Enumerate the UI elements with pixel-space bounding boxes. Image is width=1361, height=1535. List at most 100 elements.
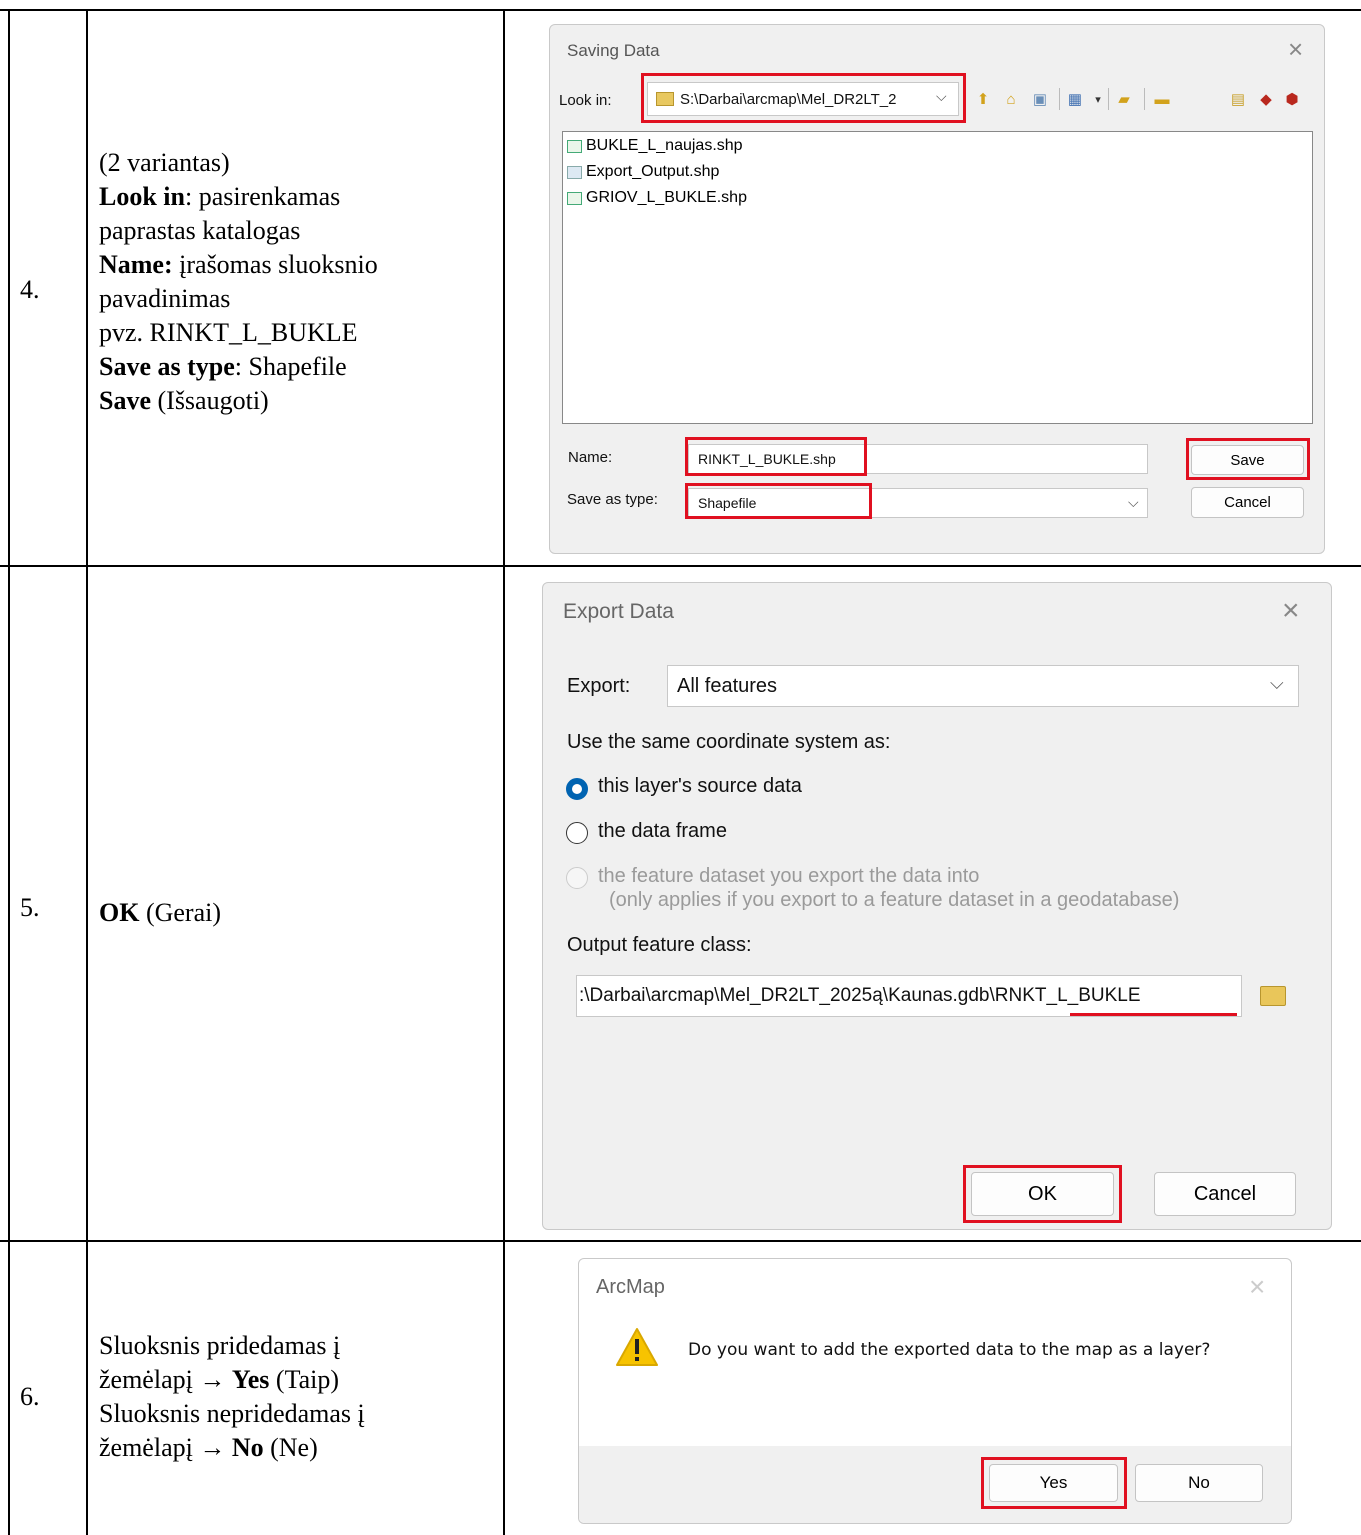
toolbar-separator (1144, 88, 1145, 110)
output-path-text: :\Darbai\arcmap\Mel_DR2LT_2025ą\Kaunas.g… (579, 985, 1141, 1007)
export-dialog-title: Export Data (563, 600, 674, 623)
close-icon[interactable]: × (1282, 594, 1300, 628)
description-text: (Taip) (269, 1365, 340, 1394)
description-term: Yes (231, 1365, 270, 1394)
table-border-top (0, 9, 1361, 11)
description-text: Sluoksnis pridedamas į (99, 1331, 341, 1360)
export-label: Export: (567, 675, 631, 697)
cancel-button[interactable]: Cancel (1191, 487, 1304, 518)
warning-icon (616, 1328, 658, 1366)
save-as-type-label: Save as type: (567, 491, 658, 508)
radio-feature-dataset (566, 867, 588, 889)
description-text: žemėlapį → (99, 1365, 232, 1394)
file-name: BUKLE_L_naujas.shp (586, 137, 743, 154)
description-text: : pasirenkamas (185, 182, 341, 211)
description-term: Look in (99, 182, 185, 211)
output-name-underline (1070, 1013, 1237, 1016)
file-name: GRIOV_L_BUKLE.shp (586, 189, 747, 206)
close-icon[interactable]: × (1249, 1271, 1265, 1303)
radio-source-data-label: this layer's source data (598, 775, 802, 797)
radio-data-frame[interactable] (566, 822, 588, 844)
toolbar-separator (1059, 88, 1060, 110)
open-folder-icon[interactable]: ▬ (1152, 89, 1172, 109)
coordinate-system-label: Use the same coordinate system as: (567, 731, 891, 753)
description-line: Name: įrašomas sluoksnio (99, 248, 378, 282)
output-layer-name: RNKT_L_BUKLE (994, 985, 1141, 1006)
name-label: Name: (568, 449, 613, 466)
step-number-5: 5. (20, 893, 40, 922)
description-term: Save (99, 386, 151, 415)
description-text: : Shapefile (234, 352, 347, 381)
cancel-button[interactable]: Cancel (1154, 1172, 1296, 1216)
up-folder-icon[interactable]: ⬆ (973, 89, 993, 109)
step-5-description: OK (Gerai) (99, 896, 221, 930)
description-line: žemėlapį → No (Ne) (99, 1431, 365, 1465)
look-in-label: Look in: (559, 92, 612, 109)
connect-folder-icon[interactable]: ▣ (1030, 89, 1050, 109)
description-term: Name: (99, 250, 173, 279)
description-text: žemėlapį → (99, 1433, 232, 1462)
description-text: paprastas katalogas (99, 216, 301, 245)
description-text: įrašomas sluoksnio (172, 250, 378, 279)
save-as-type-highlight (685, 483, 872, 519)
yes-highlight (981, 1457, 1127, 1509)
saving-dialog-title: Saving Data (567, 41, 660, 60)
table-row-divider-1 (0, 565, 1361, 567)
step-6-description: Sluoksnis pridedamas į žemėlapį → Yes (Ta… (99, 1329, 365, 1465)
description-line: žemėlapį → Yes (Taip) (99, 1363, 365, 1397)
view-menu-icon[interactable]: ▦ (1065, 89, 1085, 109)
step-number-4: 4. (20, 275, 40, 304)
file-item-3[interactable]: GRIOV_L_BUKLE.shp (567, 189, 747, 207)
description-line: Sluoksnis pridedamas į (99, 1329, 365, 1363)
radio-data-frame-label: the data frame (598, 820, 727, 842)
toolbar-separator (1108, 88, 1109, 110)
toolbox-icon[interactable]: ◆ (1256, 89, 1276, 109)
description-line: paprastas katalogas (99, 214, 378, 248)
radio-feature-dataset-label: the feature dataset you export the data … (598, 865, 980, 887)
description-text: (Išsaugoti) (151, 386, 269, 415)
description-line: pvz. RINKT_L_BUKLE (99, 316, 378, 350)
file-name: Export_Output.shp (586, 163, 720, 180)
description-text: pvz. RINKT_L_BUKLE (99, 318, 358, 347)
radio-feature-dataset-note: (only applies if you export to a feature… (609, 889, 1180, 911)
line-shapefile-icon (567, 139, 582, 153)
description-line: pavadinimas (99, 282, 378, 316)
polygon-shapefile-icon (567, 165, 582, 179)
step-4-description: (2 variantas) Look in: pasirenkamas papras… (99, 146, 378, 418)
no-button[interactable]: No (1135, 1464, 1263, 1502)
output-path-prefix: :\Darbai\arcmap\Mel_DR2LT_2025ą\Kaunas.g… (579, 985, 995, 1006)
description-line: Save as type: Shapefile (99, 350, 378, 384)
radio-source-data[interactable] (566, 778, 588, 800)
export-value: All features (677, 675, 778, 697)
description-line: Look in: pasirenkamas (99, 180, 378, 214)
home-icon[interactable]: ⌂ (1001, 89, 1021, 109)
line-shapefile-icon (567, 191, 582, 205)
arcmap-dialog-title: ArcMap (596, 1276, 665, 1298)
description-line: (2 variantas) (99, 146, 378, 180)
file-item-1[interactable]: BUKLE_L_naujas.shp (567, 137, 743, 155)
table-col-divider-1 (86, 9, 88, 1535)
open-folder-icon (1260, 986, 1286, 1006)
step-number-6: 6. (20, 1382, 40, 1411)
view-dropdown-icon[interactable]: ▾ (1088, 89, 1108, 109)
file-item-2[interactable]: Export_Output.shp (567, 163, 719, 181)
arcmap-message: Do you want to add the exported data to … (688, 1340, 1211, 1360)
look-in-highlight (641, 73, 966, 123)
catalog-icon[interactable]: ▤ (1228, 89, 1248, 109)
description-term: OK (99, 898, 140, 927)
chevron-down-icon[interactable]: ⌵ (1128, 494, 1139, 511)
output-feature-class-label: Output feature class: (567, 934, 752, 956)
close-icon[interactable]: × (1288, 34, 1303, 65)
description-term: Save as type (99, 352, 235, 381)
ok-highlight (963, 1165, 1122, 1223)
description-text: (Gerai) (139, 898, 222, 927)
table-border-left (8, 9, 10, 1535)
description-line: Save (Išsaugoti) (99, 384, 378, 418)
description-text: (2 variantas) (99, 148, 230, 177)
browse-folder-button[interactable] (1254, 980, 1292, 1012)
refresh-icon[interactable]: ⬢ (1282, 89, 1302, 109)
chevron-down-icon[interactable]: ⌵ (1270, 673, 1284, 694)
name-highlight (685, 437, 867, 476)
description-line: OK (Gerai) (99, 896, 221, 930)
new-folder-icon[interactable]: ▰ (1114, 89, 1134, 109)
